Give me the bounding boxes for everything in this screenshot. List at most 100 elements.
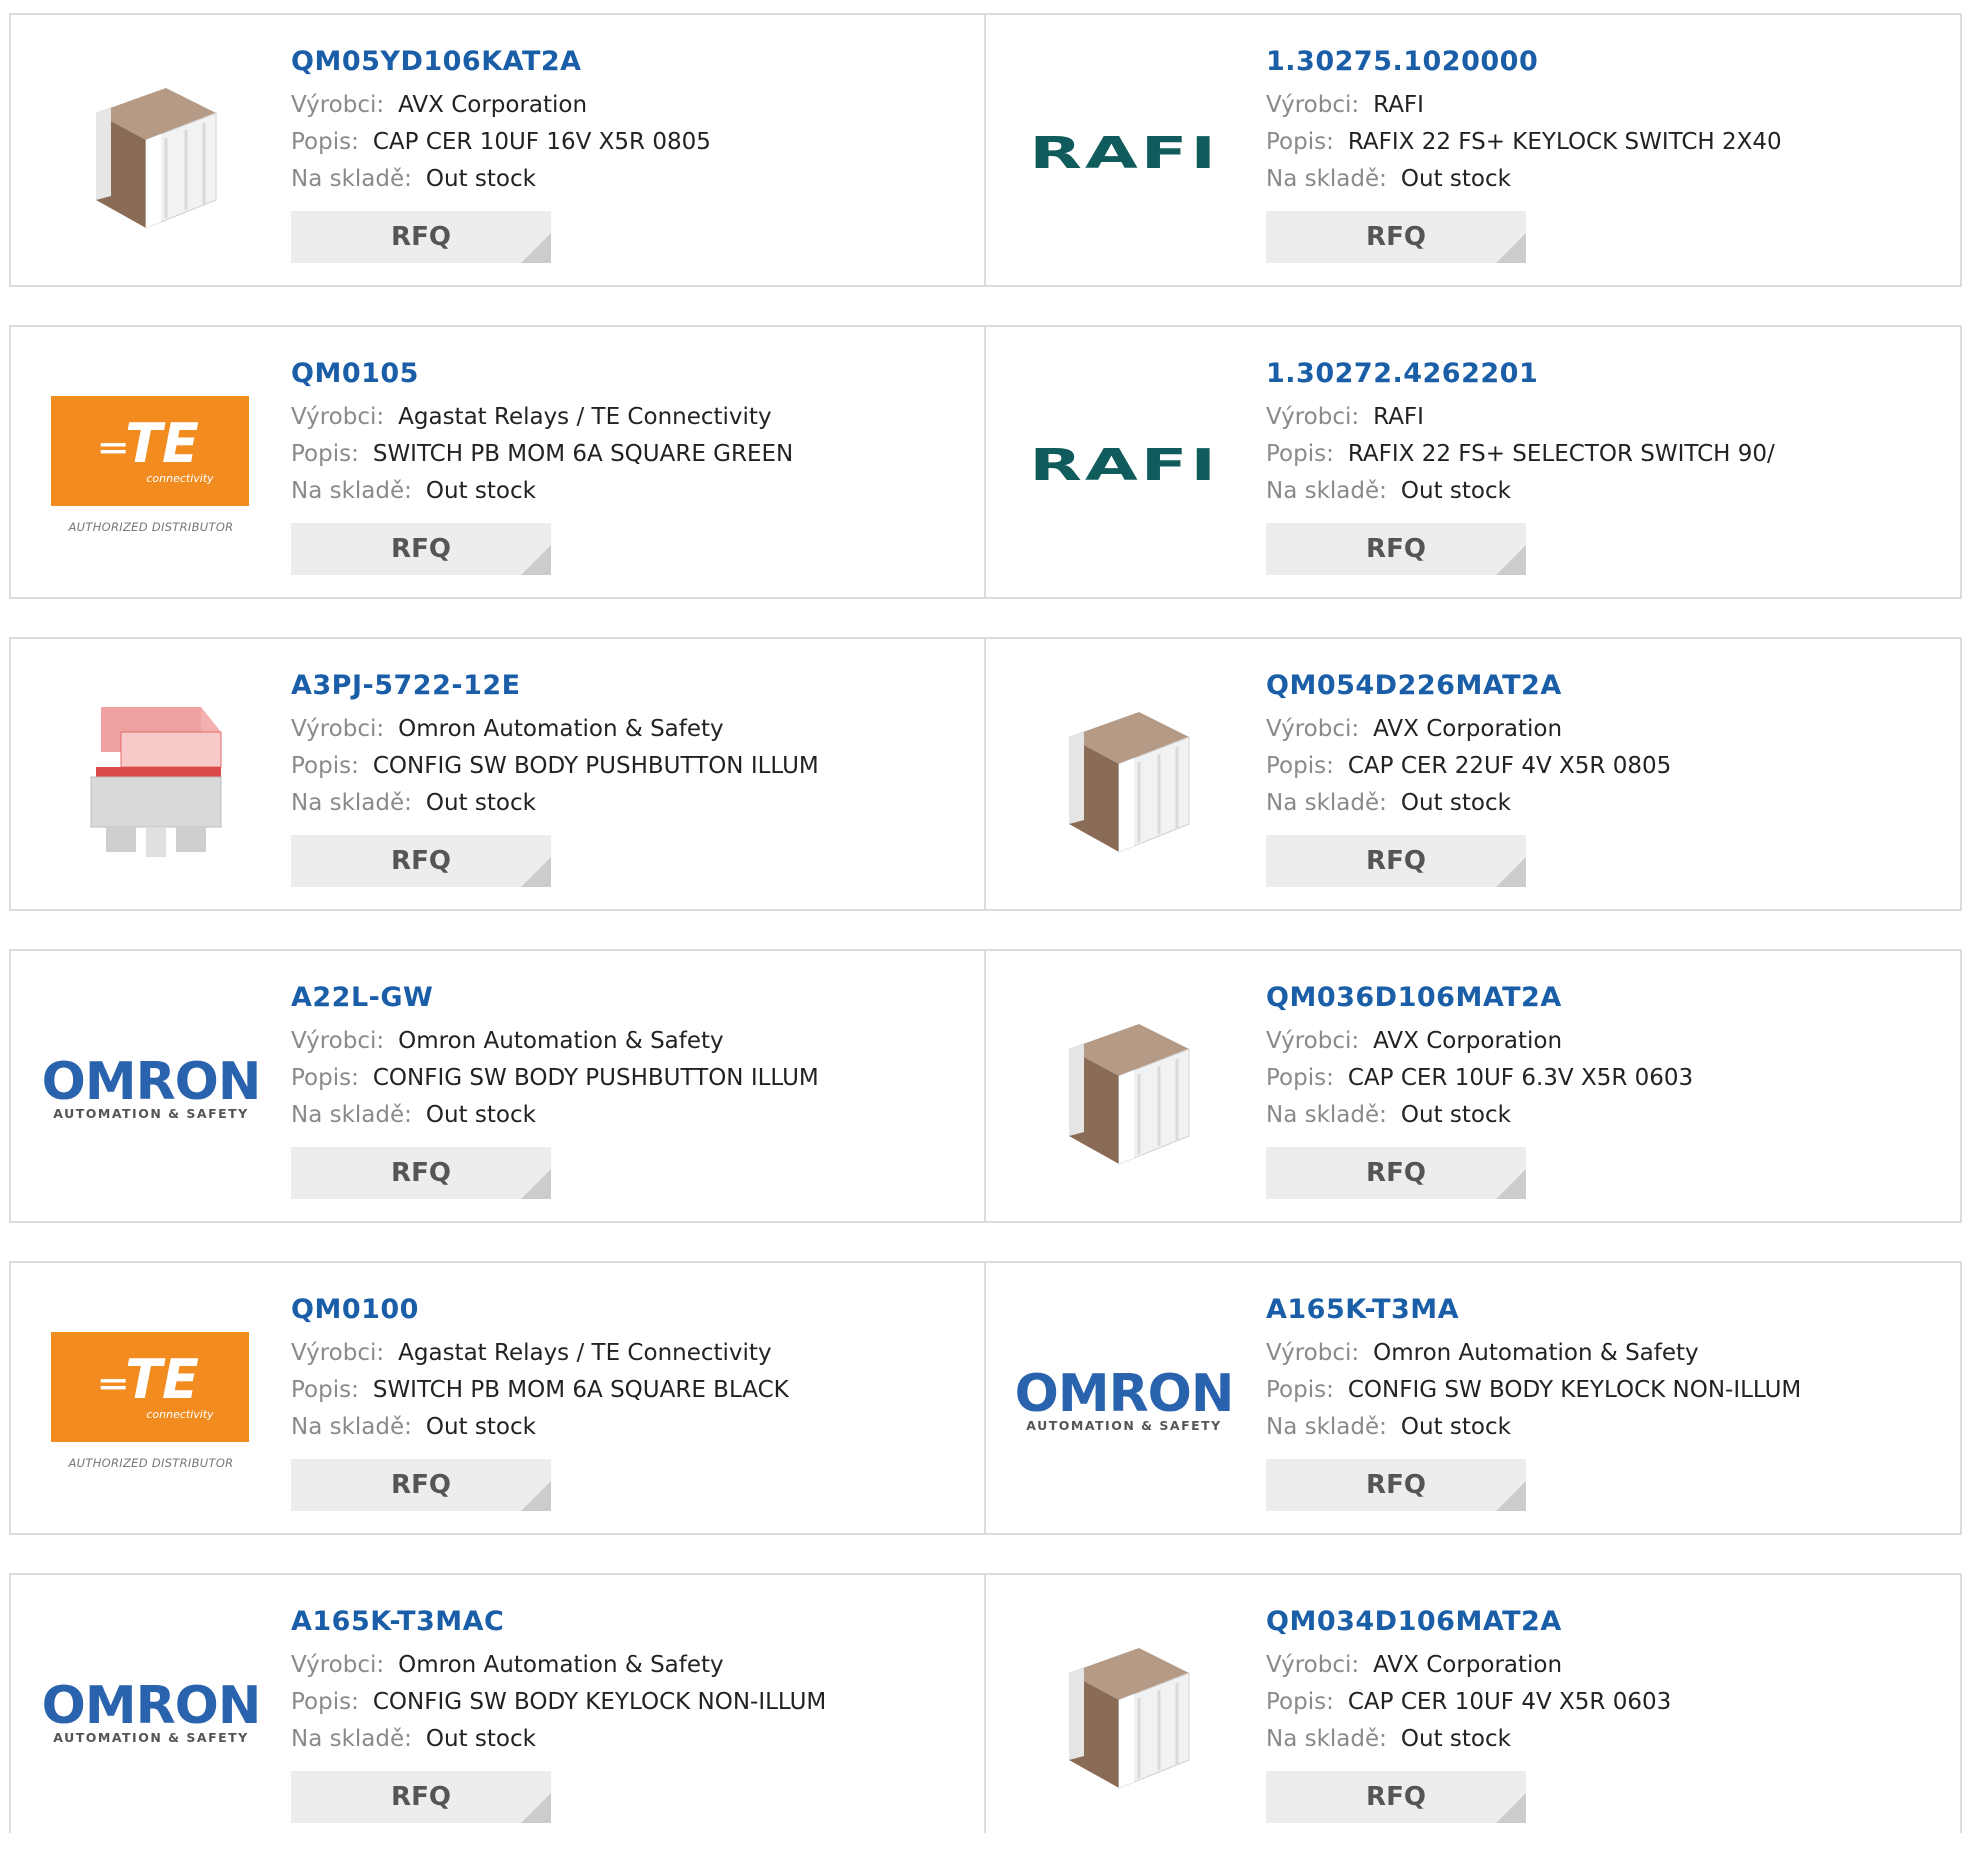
- product-card: ═TE connectivity AUTHORIZED DISTRIBUTOR …: [11, 1263, 986, 1533]
- description-value: RAFIX 22 FS+ KEYLOCK SWITCH 2X40: [1347, 129, 1782, 155]
- product-image[interactable]: OMRON AUTOMATION & SAFETY: [42, 1613, 262, 1813]
- rfq-button[interactable]: RFQ: [1266, 1147, 1526, 1199]
- stock-value: Out stock: [425, 1414, 536, 1440]
- product-info: QM034D106MAT2A Výrobci: AVX Corporation Pop…: [1266, 1605, 1671, 1823]
- product-image[interactable]: ═TE connectivity AUTHORIZED DISTRIBUTOR: [51, 365, 251, 565]
- rfq-button[interactable]: RFQ: [291, 1147, 551, 1199]
- rfq-button[interactable]: RFQ: [291, 1459, 551, 1511]
- stock-value: Out stock: [1400, 1414, 1511, 1440]
- part-number-link[interactable]: A3PJ-5722-12E: [291, 669, 819, 703]
- rfq-button[interactable]: RFQ: [1266, 523, 1526, 575]
- stock-line: Na skladě: Out stock: [1266, 161, 1782, 198]
- part-number-link[interactable]: QM054D226MAT2A: [1266, 669, 1671, 703]
- description-label: Popis:: [291, 1377, 359, 1403]
- product-image[interactable]: OMRON AUTOMATION & SAFETY: [42, 989, 262, 1189]
- corner-decoration: [521, 1169, 551, 1199]
- manufacturer-value: AVX Corporation: [1373, 1652, 1563, 1678]
- pushbutton-icon: [90, 707, 222, 857]
- omron-logo: OMRON AUTOMATION & SAFETY: [1014, 1363, 1235, 1433]
- product-image[interactable]: OMRON AUTOMATION & SAFETY: [1015, 1301, 1235, 1501]
- rafi-logo: RAFI: [1029, 439, 1219, 491]
- rfq-button[interactable]: RFQ: [1266, 835, 1526, 887]
- description-label: Popis:: [291, 441, 359, 467]
- manufacturer-value: AVX Corporation: [1373, 1028, 1563, 1054]
- manufacturer-value: RAFI: [1373, 92, 1424, 118]
- rfq-label: RFQ: [1366, 1470, 1426, 1500]
- stock-label: Na skladě:: [1266, 1414, 1387, 1440]
- stock-label: Na skladě:: [1266, 1102, 1387, 1128]
- manufacturer-value: Omron Automation & Safety: [1373, 1340, 1699, 1366]
- rfq-label: RFQ: [1366, 222, 1426, 252]
- part-number-link[interactable]: QM034D106MAT2A: [1266, 1605, 1671, 1639]
- product-image[interactable]: ═TE connectivity AUTHORIZED DISTRIBUTOR: [51, 1301, 251, 1501]
- corner-decoration: [1496, 1481, 1526, 1511]
- rfq-button[interactable]: RFQ: [291, 211, 551, 263]
- product-image[interactable]: RAFI: [1024, 365, 1224, 565]
- stock-label: Na skladě:: [291, 166, 412, 192]
- rfq-button[interactable]: RFQ: [1266, 1771, 1526, 1823]
- part-number-link[interactable]: QM0105: [291, 357, 793, 391]
- manufacturer-label: Výrobci:: [1266, 716, 1360, 742]
- description-value: CONFIG SW BODY PUSHBUTTON ILLUM: [372, 1065, 819, 1091]
- description-value: SWITCH PB MOM 6A SQUARE BLACK: [372, 1377, 789, 1403]
- description-label: Popis:: [291, 129, 359, 155]
- product-row: OMRON AUTOMATION & SAFETY A165K-T3MAC Výr…: [9, 1573, 1962, 1833]
- omron-logo: OMRON AUTOMATION & SAFETY: [41, 1675, 262, 1745]
- product-image[interactable]: RAFI: [1024, 53, 1224, 253]
- part-number-link[interactable]: A165K-T3MAC: [291, 1605, 826, 1639]
- part-number-link[interactable]: A165K-T3MA: [1266, 1293, 1801, 1327]
- description-label: Popis:: [291, 753, 359, 779]
- omron-logo: OMRON AUTOMATION & SAFETY: [41, 1051, 262, 1121]
- product-image[interactable]: [51, 53, 251, 253]
- description-line: Popis: RAFIX 22 FS+ SELECTOR SWITCH 90/: [1266, 436, 1775, 473]
- product-row: ═TE connectivity AUTHORIZED DISTRIBUTOR …: [9, 325, 1962, 599]
- part-number-link[interactable]: 1.30272.4262201: [1266, 357, 1775, 391]
- product-card: A3PJ-5722-12E Výrobci: Omron Automation & …: [11, 639, 986, 909]
- part-number-link[interactable]: QM0100: [291, 1293, 789, 1327]
- rfq-button[interactable]: RFQ: [291, 835, 551, 887]
- product-info: QM036D106MAT2A Výrobci: AVX Corporation Pop…: [1266, 981, 1693, 1199]
- description-line: Popis: CAP CER 10UF 6.3V X5R 0603: [1266, 1060, 1693, 1097]
- product-info: A165K-T3MAC Výrobci: Omron Automation & Sa…: [291, 1605, 826, 1823]
- part-number-link[interactable]: A22L-GW: [291, 981, 819, 1015]
- capacitor-icon: [1069, 1648, 1190, 1789]
- rfq-button[interactable]: RFQ: [291, 1771, 551, 1823]
- stock-value: Out stock: [1400, 166, 1511, 192]
- manufacturer-value: Agastat Relays / TE Connectivity: [398, 404, 772, 430]
- product-image[interactable]: [1024, 677, 1224, 877]
- stock-value: Out stock: [425, 166, 536, 192]
- corner-decoration: [521, 1793, 551, 1823]
- te-logo: ═TE connectivity AUTHORIZED DISTRIBUTOR: [51, 396, 251, 534]
- stock-line: Na skladě: Out stock: [1266, 785, 1671, 822]
- rfq-button[interactable]: RFQ: [291, 523, 551, 575]
- stock-value: Out stock: [1400, 1726, 1511, 1752]
- stock-label: Na skladě:: [291, 790, 412, 816]
- stock-value: Out stock: [425, 1726, 536, 1752]
- part-number-link[interactable]: 1.30275.1020000: [1266, 45, 1782, 79]
- stock-line: Na skladě: Out stock: [291, 1409, 789, 1446]
- stock-line: Na skladě: Out stock: [291, 785, 819, 822]
- product-image[interactable]: [1024, 989, 1224, 1189]
- stock-value: Out stock: [1400, 790, 1511, 816]
- product-row: QM05YD106KAT2A Výrobci: AVX Corporation Pop…: [9, 13, 1962, 287]
- part-number-link[interactable]: QM05YD106KAT2A: [291, 45, 711, 79]
- product-grid: QM05YD106KAT2A Výrobci: AVX Corporation Pop…: [9, 13, 1962, 1871]
- product-info: A165K-T3MA Výrobci: Omron Automation & Saf…: [1266, 1293, 1801, 1511]
- description-value: SWITCH PB MOM 6A SQUARE GREEN: [372, 441, 794, 467]
- product-image[interactable]: [1024, 1613, 1224, 1813]
- part-number-link[interactable]: QM036D106MAT2A: [1266, 981, 1693, 1015]
- corner-decoration: [1496, 1793, 1526, 1823]
- product-image[interactable]: [51, 677, 251, 877]
- manufacturer-value: Omron Automation & Safety: [398, 716, 724, 742]
- rfq-button[interactable]: RFQ: [1266, 1459, 1526, 1511]
- stock-label: Na skladě:: [291, 1726, 412, 1752]
- manufacturer-line: Výrobci: AVX Corporation: [1266, 1023, 1693, 1060]
- product-info: A3PJ-5722-12E Výrobci: Omron Automation & …: [291, 669, 819, 887]
- rfq-button[interactable]: RFQ: [1266, 211, 1526, 263]
- product-card: RAFI 1.30275.1020000 Výrobci: RAFI Popis: RA…: [986, 15, 1960, 285]
- manufacturer-line: Výrobci: Agastat Relays / TE Connectivity: [291, 399, 793, 436]
- manufacturer-line: Výrobci: Omron Automation & Safety: [291, 711, 819, 748]
- product-info: 1.30272.4262201 Výrobci: RAFI Popis: RAFIX 2…: [1266, 357, 1775, 575]
- description-label: Popis:: [1266, 1377, 1334, 1403]
- description-label: Popis:: [291, 1689, 359, 1715]
